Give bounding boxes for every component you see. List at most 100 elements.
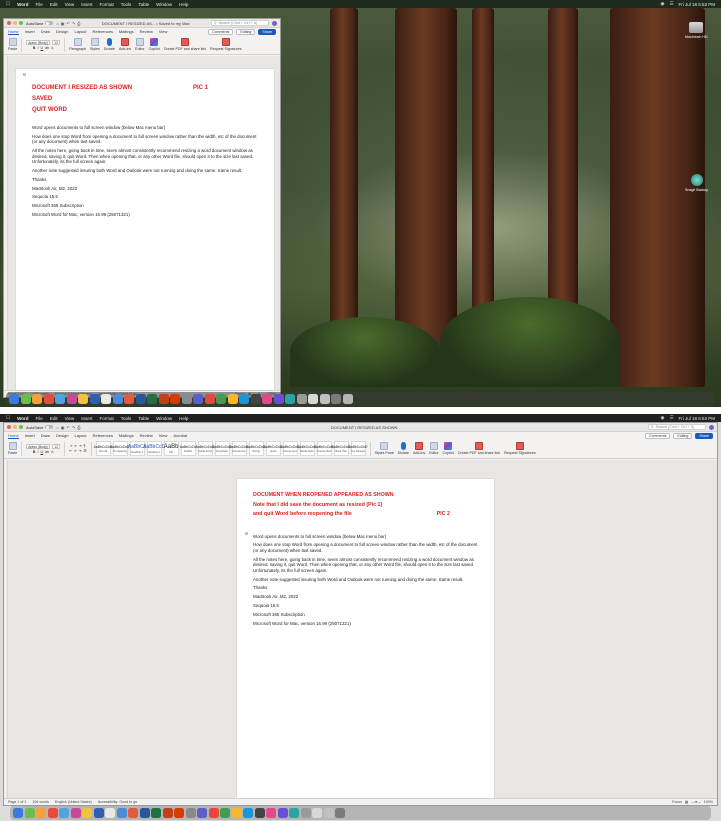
snagit-backup-icon[interactable]: Snagit Backup [685, 174, 708, 192]
editing-button[interactable]: Editing [236, 28, 256, 35]
tab-mailings[interactable]: Mailings [119, 433, 134, 438]
menu-help[interactable]: Help [179, 2, 188, 7]
tab-insert[interactable]: Insert [25, 29, 35, 34]
dock-app-icon[interactable] [32, 394, 42, 404]
style-card[interactable]: AaBbCcDdESubtle Emph. [196, 441, 215, 456]
zoom-button[interactable] [19, 425, 23, 429]
pilcrow-icon[interactable]: ¶ [84, 444, 86, 448]
bold-icon[interactable]: B [33, 46, 36, 50]
underline-icon[interactable]: U [41, 450, 44, 454]
zoom-level[interactable]: 100% [704, 800, 713, 804]
dock-app-icon[interactable] [47, 808, 58, 818]
dock-app-icon[interactable] [151, 808, 161, 818]
paste-button[interactable]: Paste [8, 38, 17, 51]
menu-edit[interactable]: Edit [50, 2, 58, 7]
create-pdf-button[interactable]: Create PDF and share link [458, 442, 500, 455]
menu-app-name[interactable]: Word [17, 2, 28, 7]
bold-icon[interactable]: B [33, 450, 36, 454]
undo-icon[interactable]: ↶ [67, 21, 70, 26]
tab-view[interactable]: View [159, 433, 168, 438]
dock-app-icon[interactable] [319, 394, 330, 404]
profile-avatar[interactable] [272, 20, 277, 26]
dock-app-icon[interactable] [277, 808, 288, 818]
dock-app-icon[interactable] [78, 394, 88, 404]
menu-edit[interactable]: Edit [50, 416, 58, 421]
tab-draw[interactable]: Draw [41, 29, 50, 34]
close-button[interactable] [7, 21, 11, 25]
minimize-button[interactable] [13, 21, 17, 25]
search-input[interactable]: ⚲ Search (Cmd + Ctrl + U) [648, 424, 706, 430]
menu-insert[interactable]: Insert [81, 2, 92, 7]
dock-app-icon[interactable] [193, 394, 203, 404]
tab-mailings[interactable]: Mailings [119, 29, 134, 34]
menu-help[interactable]: Help [179, 416, 188, 421]
menu-table[interactable]: Table [138, 2, 149, 7]
font-size-select[interactable]: 12 [52, 443, 61, 449]
dock-app-icon[interactable] [93, 808, 104, 818]
save-icon[interactable]: ▣ [61, 21, 65, 26]
editor-button[interactable]: Editor [429, 442, 439, 455]
dock-app-icon[interactable] [289, 808, 299, 818]
control-center-icon[interactable]: ☰ [669, 415, 673, 421]
styles-button[interactable]: Styles [90, 38, 100, 51]
bullets-icon[interactable]: ≡ [70, 444, 72, 448]
page-count[interactable]: Page 1 of 1 [8, 800, 26, 804]
paste-button[interactable]: Paste [8, 442, 17, 455]
search-input[interactable]: ⚲ Search (Cmd + Ctrl + U) [211, 20, 269, 26]
dock-app-icon[interactable] [335, 808, 345, 818]
strikethrough-icon[interactable]: ab [45, 450, 49, 454]
dock-app-icon[interactable] [147, 394, 157, 404]
style-card[interactable]: AaBbCcDdE Subtle Refe. [298, 441, 317, 456]
dock-app-icon[interactable] [139, 808, 150, 818]
font-color-icon[interactable]: A [51, 46, 53, 50]
document-page[interactable]: DOCUMENT WHEN REOPENED APPEARED AS SHOWN… [237, 479, 494, 805]
underline-icon[interactable]: U [41, 46, 44, 50]
tab-references[interactable]: References [93, 29, 113, 34]
apple-icon[interactable]:  [6, 1, 10, 7]
redo-icon[interactable]: ↷ [72, 21, 75, 26]
undo-icon[interactable]: ↶ [67, 425, 70, 430]
dock-app-icon[interactable] [181, 394, 192, 404]
style-card[interactable]: AaBbCcD Heading 2 [143, 441, 165, 456]
menu-format[interactable]: Format [100, 416, 114, 421]
tab-review[interactable]: Review [140, 29, 153, 34]
menu-window[interactable]: Window [156, 416, 172, 421]
zoom-slider[interactable]: —●— [691, 800, 700, 804]
dock-app-icon[interactable] [55, 394, 65, 404]
tab-references[interactable]: References [93, 433, 113, 438]
menu-file[interactable]: File [36, 2, 43, 7]
dock-app-icon[interactable] [135, 394, 146, 404]
document-page[interactable]: DOCUMENT I RESIZED AS SHOWN PIC 1 SAVED … [16, 69, 274, 397]
menu-tools[interactable]: Tools [121, 2, 132, 7]
tab-view[interactable]: View [159, 29, 168, 34]
dictate-button[interactable]: Dictate [398, 442, 409, 455]
zoom-button[interactable] [19, 21, 23, 25]
apple-icon[interactable]:  [6, 415, 10, 421]
addins-button[interactable]: Add-ins [119, 38, 131, 51]
tab-review[interactable]: Review [140, 433, 153, 438]
dock-app-icon[interactable] [128, 808, 138, 818]
style-card[interactable]: AaBb Title [163, 441, 179, 456]
profile-avatar[interactable] [709, 424, 714, 430]
editing-button[interactable]: Editing [673, 432, 693, 439]
menu-insert[interactable]: Insert [81, 416, 92, 421]
font-size-select[interactable]: 12 [52, 39, 61, 45]
italic-icon[interactable]: I [38, 450, 39, 454]
dock-app-icon[interactable] [112, 394, 123, 404]
dock-app-icon[interactable] [250, 394, 261, 404]
focus-button[interactable]: Focus [672, 800, 682, 804]
style-card[interactable]: AaBbCcDd Subtitle [180, 441, 196, 456]
menubar-clock[interactable]: Fri Jul 18 6:53 PM [678, 416, 715, 421]
editor-button[interactable]: Editor [135, 38, 145, 51]
dock-app-icon[interactable] [70, 808, 81, 818]
wifi-icon[interactable]: ◉ [661, 415, 665, 421]
share-button[interactable]: Share [695, 432, 713, 439]
style-card[interactable]: AaBbCcDdEList Paragraph [349, 441, 368, 456]
dock-app-icon[interactable] [101, 394, 111, 404]
font-name-select[interactable]: Aptos (Body) [26, 443, 51, 449]
dock-app-icon[interactable] [43, 394, 54, 404]
dock-app-icon[interactable] [59, 808, 69, 818]
minimize-button[interactable] [13, 425, 17, 429]
dock-app-icon[interactable] [158, 394, 169, 404]
menu-format[interactable]: Format [100, 2, 114, 7]
